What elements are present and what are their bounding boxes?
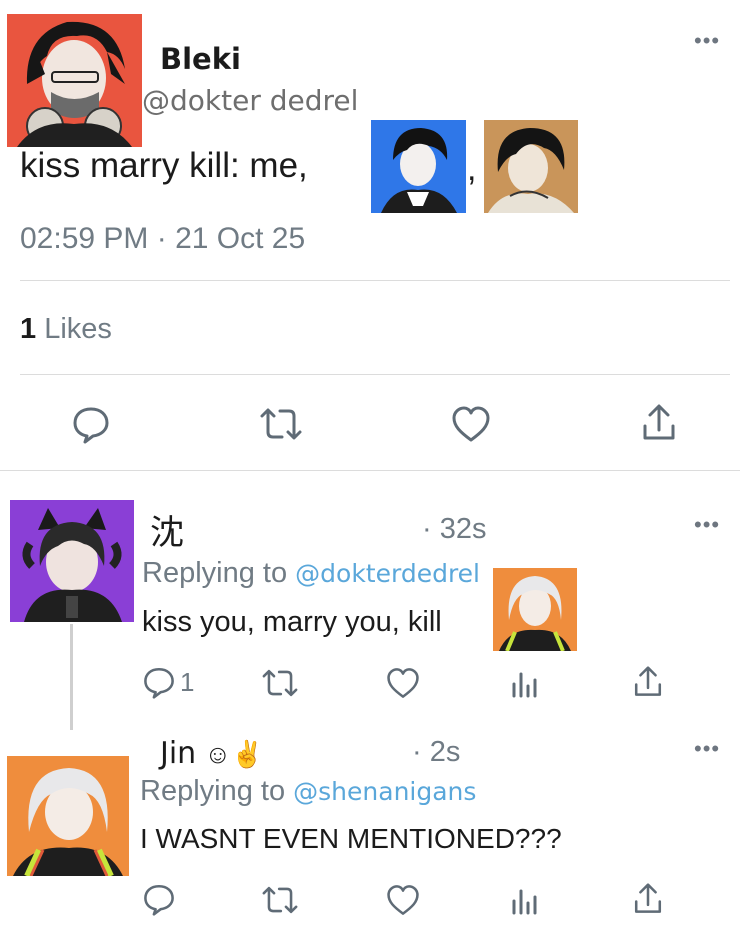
reply1-inline-image[interactable] xyxy=(493,568,577,651)
divider-3 xyxy=(0,470,740,471)
main-display-name[interactable]: Bleki xyxy=(160,42,241,76)
reply-icon[interactable] xyxy=(142,665,176,699)
main-timestamp: 02:59 PM · 21 Oct 25 xyxy=(20,222,306,255)
comma-separator: , xyxy=(467,150,477,188)
share-icon[interactable] xyxy=(632,664,664,700)
reply1-reply-count: 1 xyxy=(180,667,195,697)
analytics-icon[interactable] xyxy=(510,883,540,917)
more-icon[interactable]: ••• xyxy=(694,738,720,760)
reply2-replying-to: Replying to @shenanigans xyxy=(140,775,476,808)
more-icon[interactable]: ••• xyxy=(694,514,720,536)
reply2-display-name[interactable]: Jin ☺✌ xyxy=(160,736,263,771)
divider-2 xyxy=(20,374,730,375)
more-icon[interactable]: ••• xyxy=(694,30,720,52)
reply1-replying-to: Replying to @dokterdedrel xyxy=(142,557,480,590)
likes-stat[interactable]: 1 Likes xyxy=(20,313,112,346)
retweet-icon[interactable] xyxy=(260,666,300,700)
like-icon[interactable] xyxy=(385,883,421,917)
tweet-image-tan[interactable] xyxy=(484,120,578,213)
retweet-icon[interactable] xyxy=(258,404,304,444)
reply2-name-text: Jin xyxy=(160,736,197,771)
tweet-text-prefix: kiss marry kill: me, xyxy=(20,146,308,185)
like-icon[interactable] xyxy=(450,404,492,444)
like-icon[interactable] xyxy=(385,666,421,700)
reply1-age: · 32s xyxy=(422,513,487,545)
main-handle[interactable]: @dokter dedrel xyxy=(142,84,358,117)
divider-1 xyxy=(20,280,730,281)
share-icon[interactable] xyxy=(632,881,664,917)
reply2-author-avatar[interactable] xyxy=(7,756,129,876)
likes-count: 1 xyxy=(20,313,37,345)
reply2-text: I WASNT EVEN MENTIONED??? xyxy=(140,823,562,854)
main-author-avatar[interactable] xyxy=(7,14,142,147)
reply-icon[interactable] xyxy=(142,882,176,916)
name-emoji-icon: ☺✌ xyxy=(204,739,264,769)
replying-to-handle[interactable]: @dokterdedrel xyxy=(295,559,480,588)
replying-to-handle[interactable]: @shenanigans xyxy=(293,777,476,806)
replying-to-label: Replying to xyxy=(140,775,286,807)
reply1-thread-line xyxy=(70,624,73,730)
replying-to-label: Replying to xyxy=(142,557,288,589)
reply2-age: · 2s xyxy=(412,736,461,768)
tweet-image-blue[interactable] xyxy=(371,120,466,213)
reply1-text: kiss you, marry you, kill xyxy=(142,606,442,638)
main-tweet-text: kiss marry kill: me, xyxy=(20,146,308,186)
share-icon[interactable] xyxy=(640,402,678,444)
likes-label: Likes xyxy=(44,313,112,345)
reply1-display-name[interactable]: 沈 xyxy=(150,505,184,554)
retweet-icon[interactable] xyxy=(260,883,300,917)
reply-icon[interactable] xyxy=(71,404,111,444)
reply1-author-avatar[interactable] xyxy=(10,500,134,622)
analytics-icon[interactable] xyxy=(510,666,540,700)
